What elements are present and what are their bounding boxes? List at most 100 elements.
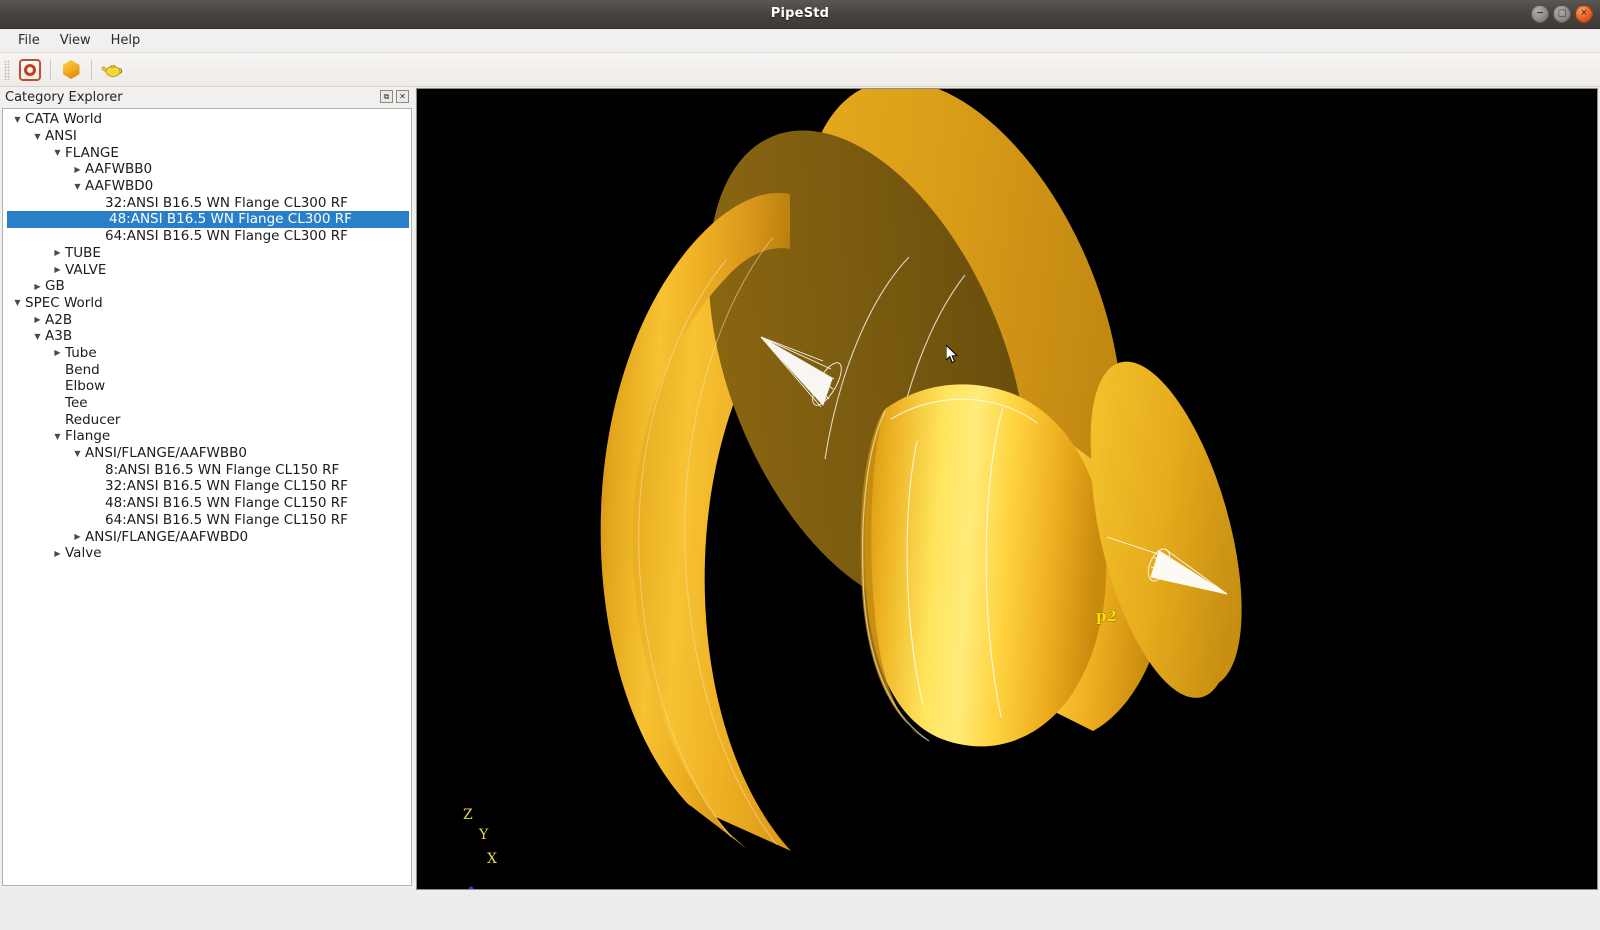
dock-title-label: Category Explorer (5, 90, 123, 105)
stop-power-icon (19, 58, 41, 81)
port-label-p2: p2 (1096, 607, 1117, 625)
chevron-right-icon[interactable] (51, 348, 64, 357)
title-bar: PipeStd − □ ✕ (0, 0, 1600, 29)
menu-bar: File View Help (0, 29, 1600, 53)
tool-bar (0, 53, 1600, 87)
axis-label-y: Y (479, 827, 489, 843)
tree-item[interactable]: ANSI (3, 128, 411, 145)
tree-item[interactable]: 48:ANSI B16.5 WN Flange CL300 RF (7, 211, 409, 228)
tree-item-label: 8:ANSI B16.5 WN Flange CL150 RF (105, 461, 340, 478)
window-title: PipeStd (770, 6, 830, 21)
chevron-right-icon[interactable] (51, 265, 64, 274)
axis-label-z: Z (463, 807, 473, 823)
tree-item-label: Valve (65, 545, 102, 562)
tree-item[interactable]: SPEC World (3, 295, 411, 312)
tree-item-label: A3B (45, 328, 73, 345)
tree-item[interactable]: Tee (3, 395, 411, 412)
chevron-right-icon[interactable] (31, 282, 44, 291)
toolbar-button-teapot[interactable] (99, 57, 125, 83)
tree-item-label: 48:ANSI B16.5 WN Flange CL300 RF (109, 211, 352, 228)
toolbar-separator (91, 59, 92, 80)
tree-item-label: AAFWBD0 (85, 178, 154, 195)
tree-item[interactable]: GB (3, 278, 411, 295)
tree-item[interactable]: AAFWBD0 (3, 178, 411, 195)
panel-close-icon[interactable]: ✕ (396, 90, 409, 103)
tree-item[interactable]: 32:ANSI B16.5 WN Flange CL300 RF (3, 194, 411, 211)
close-button[interactable]: ✕ (1575, 5, 1593, 23)
3d-viewport[interactable]: p2 Z Y X (416, 88, 1598, 890)
dock-title-buttons: ⧉ ✕ (380, 90, 409, 103)
tree-item-label: 64:ANSI B16.5 WN Flange CL300 RF (105, 228, 348, 245)
tree-item[interactable]: VALVE (3, 261, 411, 278)
chevron-right-icon[interactable] (51, 549, 64, 558)
menu-item-help[interactable]: Help (101, 30, 151, 51)
tree-item[interactable]: TUBE (3, 245, 411, 262)
tree-item[interactable]: AAFWBB0 (3, 161, 411, 178)
category-explorer-panel: Category Explorer ⧉ ✕ CATA WorldANSIFLAN… (0, 87, 414, 889)
chevron-down-icon[interactable] (71, 182, 84, 191)
tree-item[interactable]: 8:ANSI B16.5 WN Flange CL150 RF (3, 461, 411, 478)
tree-item[interactable]: 48:ANSI B16.5 WN Flange CL150 RF (3, 495, 411, 512)
toolbar-button-stop[interactable] (17, 57, 43, 83)
tree-item-label: ANSI/FLANGE/AAFWBB0 (85, 445, 247, 462)
tree-item[interactable]: Tube (3, 345, 411, 362)
toolbar-separator (50, 59, 51, 80)
tree-item-label: Flange (65, 428, 111, 445)
chevron-down-icon[interactable] (11, 298, 24, 307)
minimize-button[interactable]: − (1531, 5, 1549, 23)
tree-item[interactable]: 64:ANSI B16.5 WN Flange CL300 RF (3, 228, 411, 245)
chevron-down-icon[interactable] (51, 432, 64, 441)
tree-item-label: AAFWBB0 (85, 161, 153, 178)
chevron-down-icon[interactable] (51, 148, 64, 157)
tree-item[interactable]: 32:ANSI B16.5 WN Flange CL150 RF (3, 478, 411, 495)
tree-item-label: A2B (45, 311, 73, 328)
tree-item[interactable]: Valve (3, 545, 411, 562)
tree-item[interactable]: ANSI/FLANGE/AAFWBD0 (3, 528, 411, 545)
teapot-icon (101, 64, 123, 77)
tree-item-label: 32:ANSI B16.5 WN Flange CL300 RF (105, 194, 348, 211)
close-icon: ✕ (1580, 8, 1588, 18)
minimize-icon: − (1536, 8, 1544, 18)
chevron-right-icon[interactable] (31, 315, 44, 324)
chevron-right-icon[interactable] (71, 165, 84, 174)
tree-item[interactable]: A3B (3, 328, 411, 345)
chevron-down-icon[interactable] (71, 449, 84, 458)
tree-item[interactable]: Reducer (3, 411, 411, 428)
tree-item[interactable]: CATA World (3, 111, 411, 128)
tree-item-label: VALVE (65, 261, 107, 278)
toolbar-button-hex-box[interactable] (58, 57, 84, 83)
maximize-icon: □ (1557, 8, 1567, 18)
tree-item-label: CATA World (25, 111, 103, 128)
tree-item[interactable]: Bend (3, 361, 411, 378)
tree-item-label: SPEC World (25, 294, 103, 311)
tree-item-label: ANSI/FLANGE/AAFWBD0 (85, 528, 249, 545)
menu-item-file[interactable]: File (8, 30, 50, 51)
tree-item[interactable]: A2B (3, 311, 411, 328)
tree-item[interactable]: 64:ANSI B16.5 WN Flange CL150 RF (3, 512, 411, 529)
chevron-down-icon[interactable] (31, 132, 44, 141)
chevron-down-icon[interactable] (31, 332, 44, 341)
category-tree: CATA WorldANSIFLANGEAAFWBB0AAFWBD032:ANS… (3, 109, 411, 562)
application-window: PipeStd − □ ✕ File View Help Category Ex… (0, 0, 1600, 930)
menu-item-view[interactable]: View (50, 30, 101, 51)
chevron-right-icon[interactable] (71, 532, 84, 541)
toolbar-drag-handle[interactable] (4, 59, 10, 80)
maximize-button[interactable]: □ (1553, 5, 1571, 23)
tree-item[interactable]: ANSI/FLANGE/AAFWBB0 (3, 445, 411, 462)
float-icon[interactable]: ⧉ (380, 90, 393, 103)
tree-item-label: FLANGE (65, 144, 119, 161)
tree-item-label: Reducer (65, 411, 121, 428)
flange-3d-model (468, 89, 1242, 889)
chevron-right-icon[interactable] (51, 248, 64, 257)
tree-item-label: Tube (65, 344, 97, 361)
category-tree-scroll-area[interactable]: CATA WorldANSIFLANGEAAFWBB0AAFWBD032:ANS… (2, 108, 412, 886)
tree-item[interactable]: Elbow (3, 378, 411, 395)
tree-item[interactable]: Flange (3, 428, 411, 445)
tree-item-label: GB (45, 278, 65, 295)
tree-item[interactable]: FLANGE (3, 144, 411, 161)
tree-item-label: 64:ANSI B16.5 WN Flange CL150 RF (105, 511, 348, 528)
window-controls: − □ ✕ (1531, 5, 1593, 23)
tree-item-label: Tee (65, 395, 88, 412)
tree-item-label: Bend (65, 361, 100, 378)
chevron-down-icon[interactable] (11, 115, 24, 124)
